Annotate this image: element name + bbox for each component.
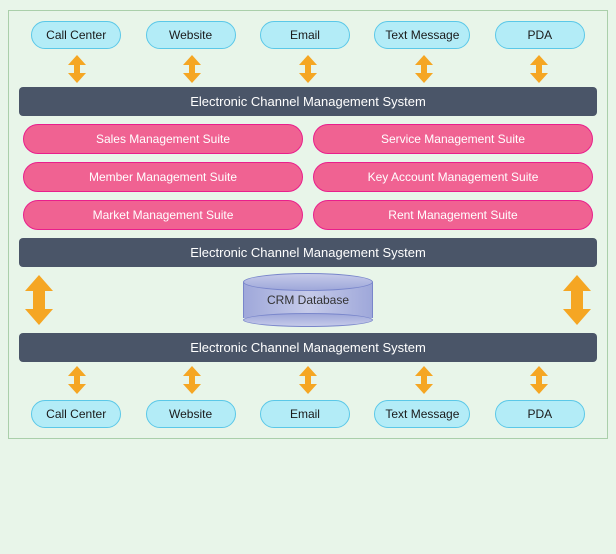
suite-market: Market Management Suite — [23, 200, 303, 230]
suite-rent: Rent Management Suite — [313, 200, 593, 230]
top-arrows-row — [19, 55, 597, 83]
suite-area: Sales Management Suite Member Management… — [19, 124, 597, 230]
arrow-2 — [297, 55, 319, 83]
arrow-0 — [66, 55, 88, 83]
bottom-channels-row: Call Center Website Email Text Message P… — [19, 400, 597, 428]
crm-database: CRM Database — [243, 273, 373, 327]
bot-arrow-1 — [181, 366, 203, 394]
suite-member: Member Management Suite — [23, 162, 303, 192]
top-channel-2: Email — [260, 21, 350, 49]
top-channel-0: Call Center — [31, 21, 121, 49]
right-middle-arrow — [561, 275, 593, 325]
bot-arrow-0 — [66, 366, 88, 394]
suite-key-account: Key Account Management Suite — [313, 162, 593, 192]
db-ellipse-top — [243, 273, 373, 291]
middle-bar: Electronic Channel Management System — [19, 238, 597, 267]
suite-sales: Sales Management Suite — [23, 124, 303, 154]
top-channel-4: PDA — [495, 21, 585, 49]
main-diagram: Call Center Website Email Text Message P… — [8, 10, 608, 439]
top-bar: Electronic Channel Management System — [19, 87, 597, 116]
bot-channel-4: PDA — [495, 400, 585, 428]
suite-col-left: Sales Management Suite Member Management… — [23, 124, 303, 230]
arrow-4 — [528, 55, 550, 83]
bot-channel-2: Email — [260, 400, 350, 428]
top-channels-row: Call Center Website Email Text Message P… — [19, 21, 597, 49]
middle-section: CRM Database — [19, 273, 597, 327]
bot-arrow-3 — [413, 366, 435, 394]
top-channel-1: Website — [146, 21, 236, 49]
bot-arrow-4 — [528, 366, 550, 394]
suite-col-right: Service Management Suite Key Account Man… — [313, 124, 593, 230]
arrow-1 — [181, 55, 203, 83]
top-channel-3: Text Message — [374, 21, 470, 49]
bottom-bar: Electronic Channel Management System — [19, 333, 597, 362]
crm-area: CRM Database — [55, 273, 561, 327]
arrow-3 — [413, 55, 435, 83]
bot-channel-3: Text Message — [374, 400, 470, 428]
left-middle-arrow — [23, 275, 55, 325]
bottom-arrows-row — [19, 366, 597, 394]
db-ellipse-bottom — [243, 313, 373, 327]
bot-channel-1: Website — [146, 400, 236, 428]
suite-service: Service Management Suite — [313, 124, 593, 154]
bot-arrow-2 — [297, 366, 319, 394]
bot-channel-0: Call Center — [31, 400, 121, 428]
